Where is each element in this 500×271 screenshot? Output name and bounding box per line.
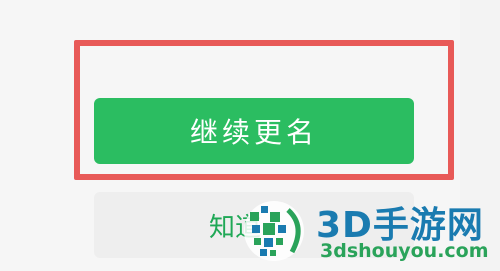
watermark-url: 3dshouyou.com bbox=[320, 240, 489, 262]
continue-rename-button[interactable]: 继续更名 bbox=[94, 98, 414, 164]
site-watermark: 3D手游网 3dshouyou.com bbox=[240, 190, 498, 270]
3d-shouyou-logo-icon bbox=[244, 201, 304, 261]
